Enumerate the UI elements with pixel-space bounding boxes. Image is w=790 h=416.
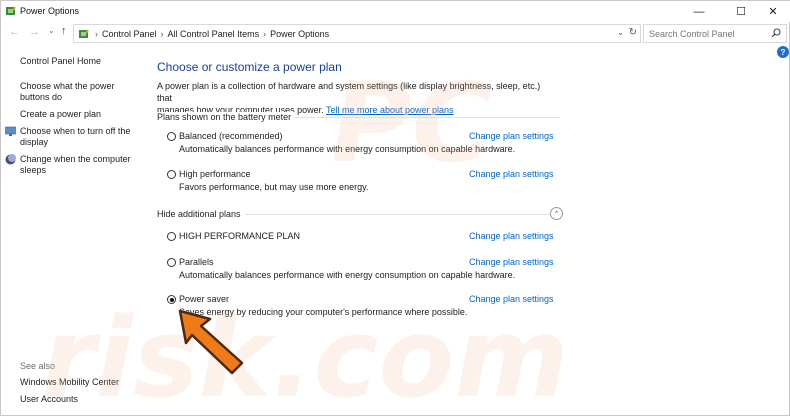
address-dropdown-icon[interactable]: ⌄ <box>617 28 624 37</box>
back-arrow-icon[interactable]: ← <box>9 26 20 38</box>
display-shield-icon <box>5 126 16 136</box>
plan-description: Saves energy by reducing your computer's… <box>179 307 468 317</box>
collapse-chevron-icon[interactable]: ⌃ <box>550 207 563 220</box>
sidebar-item-label: Change when the computer <box>20 154 131 164</box>
plan-description: Automatically balances performance with … <box>179 270 516 280</box>
title-bar: Power Options — ☐ ✕ <box>1 1 790 22</box>
sidebar: Control Panel Home Choose what the power… <box>1 45 151 416</box>
sidebar-item-power-buttons[interactable]: Choose what the power buttons do <box>20 81 115 103</box>
plan-name[interactable]: High performance <box>179 169 251 179</box>
change-plan-settings-link[interactable]: Change plan settings <box>469 169 554 179</box>
section-hide-additional[interactable]: Hide additional plans <box>157 209 245 219</box>
window-title: Power Options <box>20 6 80 16</box>
sidebar-item-label: Choose what the power <box>20 81 115 91</box>
sidebar-item-label: buttons do <box>20 92 63 102</box>
sidebar-control-panel-home[interactable]: Control Panel Home <box>20 56 101 67</box>
sidebar-item-label: Choose when to turn off the <box>20 126 131 136</box>
change-plan-settings-link[interactable]: Change plan settings <box>469 131 554 141</box>
breadcrumb-power-options[interactable]: Power Options <box>270 29 329 39</box>
search-input[interactable] <box>649 28 773 39</box>
sidebar-item-label: sleeps <box>20 165 47 175</box>
recent-locations-chevron-icon[interactable]: ⌄ <box>48 26 55 35</box>
sidebar-item-display-off[interactable]: Choose when to turn off the display <box>20 126 130 148</box>
maximize-button[interactable]: ☐ <box>723 1 759 22</box>
power-options-window: Power Options — ☐ ✕ ← → ⌄ ↑ › Control Pa… <box>0 0 790 416</box>
see-also-label: See also <box>20 361 56 371</box>
sidebar-item-create-plan[interactable]: Create a power plan <box>20 109 101 120</box>
breadcrumb-control-panel[interactable]: Control Panel <box>102 29 157 39</box>
plan-name[interactable]: HIGH PERFORMANCE PLAN <box>179 231 300 241</box>
breadcrumb-all-items[interactable]: All Control Panel Items <box>168 29 260 39</box>
sidebar-item-label: display <box>20 137 49 147</box>
page-description: A power plan is a collection of hardware… <box>157 80 557 116</box>
navigation-bar: ← → ⌄ ↑ › Control Panel › All Control Pa… <box>1 23 790 44</box>
learn-more-link[interactable]: Tell me more about power plans <box>326 105 454 115</box>
sidebar-item-sleep[interactable]: Change when the computer sleeps <box>20 154 131 176</box>
plan-radio-balanced[interactable] <box>167 132 176 141</box>
breadcrumb-separator: › <box>263 28 267 39</box>
see-also-user-accounts[interactable]: User Accounts <box>20 394 78 405</box>
plan-description: Favors performance, but may use more ene… <box>179 182 369 192</box>
plan-radio-parallels[interactable] <box>167 258 176 267</box>
plan-name[interactable]: Power saver <box>179 294 229 304</box>
change-plan-settings-link[interactable]: Change plan settings <box>469 294 554 304</box>
plan-high-performance: High performance Favors performance, but… <box>167 168 567 194</box>
plan-parallels: Parallels Automatically balances perform… <box>167 256 567 282</box>
sleep-moon-icon <box>5 154 16 165</box>
forward-arrow-icon[interactable]: → <box>29 26 40 38</box>
plan-radio-high-performance[interactable] <box>167 170 176 179</box>
up-arrow-icon[interactable]: ↑ <box>61 25 67 37</box>
close-button[interactable]: ✕ <box>755 1 790 22</box>
plan-name[interactable]: Parallels <box>179 257 214 267</box>
control-panel-icon <box>79 28 89 38</box>
plan-radio-power-saver[interactable] <box>167 295 176 304</box>
change-plan-settings-link[interactable]: Change plan settings <box>469 257 554 267</box>
see-also-mobility-center[interactable]: Windows Mobility Center <box>20 377 119 388</box>
help-icon[interactable]: ? <box>777 46 789 58</box>
main-panel: Choose or customize a power plan A power… <box>157 45 777 416</box>
change-plan-settings-link[interactable]: Change plan settings <box>469 231 554 241</box>
plan-balanced: Balanced (recommended) Automatically bal… <box>167 130 567 156</box>
breadcrumb-separator: › <box>160 28 164 39</box>
plan-name[interactable]: Balanced (recommended) <box>179 131 283 141</box>
power-options-icon <box>6 6 16 15</box>
section-battery-meter: Plans shown on the battery meter <box>157 112 296 122</box>
search-icon[interactable] <box>771 28 781 38</box>
sidebar-item-label: Create a power plan <box>20 109 102 119</box>
plan-description: Automatically balances performance with … <box>179 144 516 154</box>
plan-power-saver: Power saver Saves energy by reducing you… <box>167 293 567 319</box>
breadcrumb-separator: › <box>95 28 98 39</box>
description-line: A power plan is a collection of hardware… <box>157 81 541 103</box>
minimize-button[interactable]: — <box>681 1 717 22</box>
page-title: Choose or customize a power plan <box>157 60 342 74</box>
search-box[interactable] <box>643 24 787 43</box>
address-bar[interactable]: › Control Panel › All Control Panel Item… <box>73 24 641 43</box>
plan-radio-high-performance-plan[interactable] <box>167 232 176 241</box>
plan-high-performance-custom: HIGH PERFORMANCE PLAN Change plan settin… <box>167 230 567 256</box>
refresh-icon[interactable]: ↻ <box>629 27 637 38</box>
